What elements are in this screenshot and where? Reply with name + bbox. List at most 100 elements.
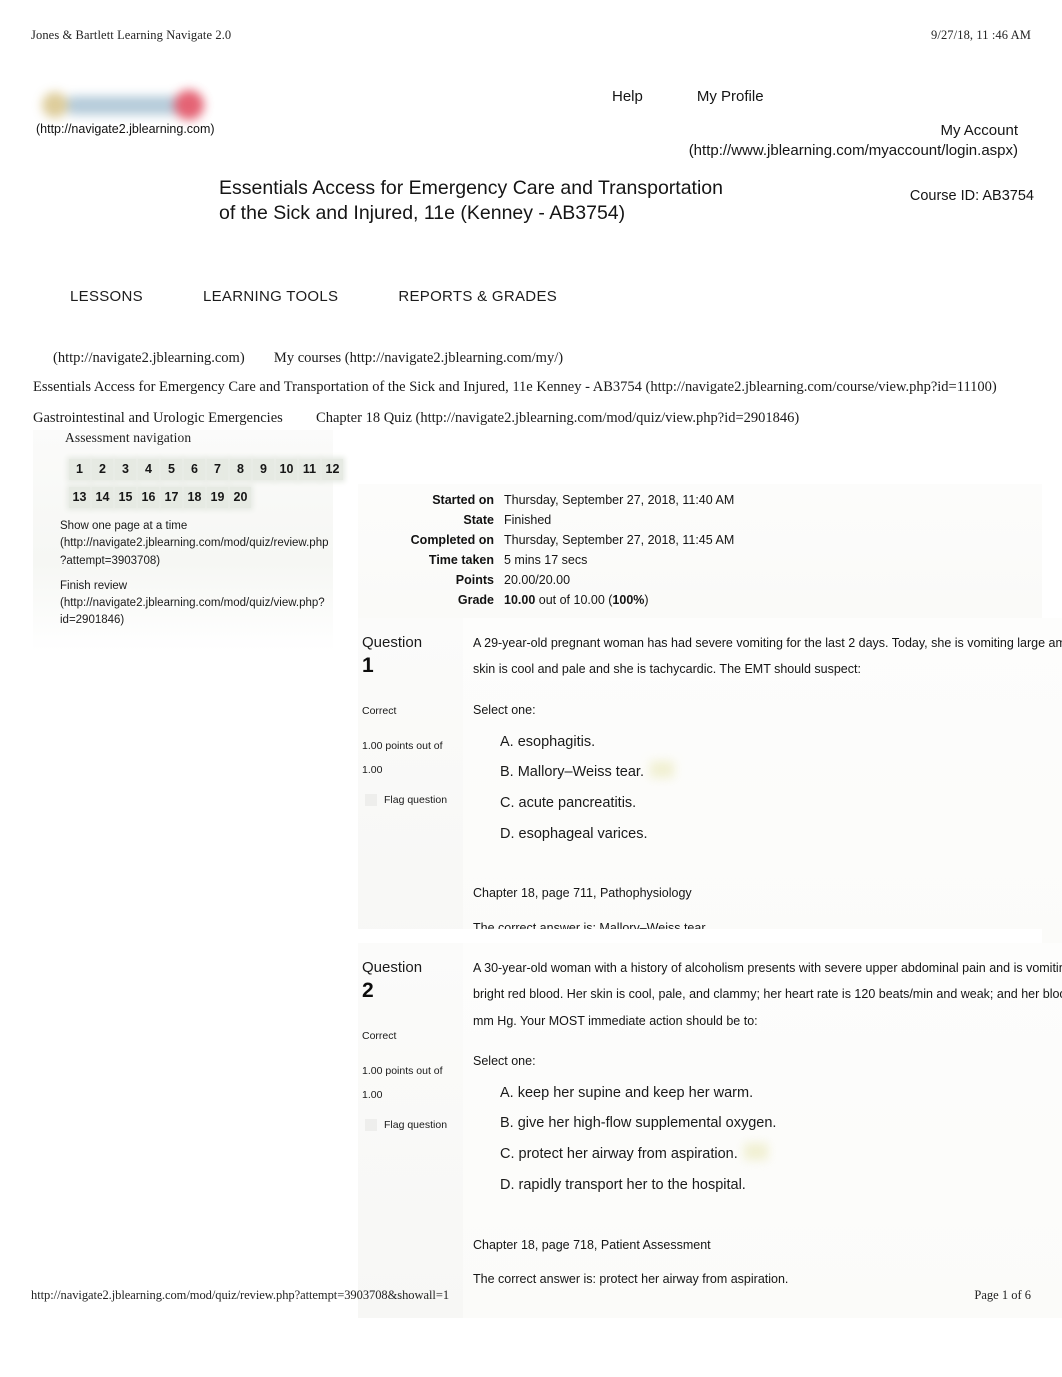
- print-footer-url: http://navigate2.jblearning.com/mod/quiz…: [31, 1288, 450, 1302]
- grade-outof: out of 10.00 (: [535, 593, 613, 607]
- question-link-13[interactable]: 13: [69, 486, 90, 508]
- help-link[interactable]: Help: [612, 88, 643, 105]
- navigate-logo-icon: [36, 86, 236, 128]
- question-link-16[interactable]: 16: [138, 486, 159, 508]
- summary-row-points: Points 20.00/20.00: [358, 570, 1042, 590]
- assessment-navigation-panel: Assessment navigation 1 2 3 4 5 6 7 8 9 …: [33, 430, 343, 652]
- question-points-line1: 1.00 points out of: [362, 739, 443, 752]
- answer-row: A. esophagitis.: [500, 727, 1062, 758]
- summary-value-grade: 10.00 out of 10.00 (100%): [504, 590, 649, 610]
- summary-label: Points: [455, 573, 494, 587]
- my-profile-link[interactable]: My Profile: [697, 88, 764, 105]
- question-link-11[interactable]: 11: [299, 458, 320, 480]
- my-account-label[interactable]: My Account: [689, 121, 1018, 141]
- summary-row-time-taken: Time taken 5 mins 17 secs: [358, 550, 1042, 570]
- breadcrumb: (http://navigate2.jblearning.com) My cou…: [33, 348, 1033, 429]
- answer-row: A. keep her supine and keep her warm.: [500, 1078, 1062, 1109]
- question-link-3[interactable]: 3: [115, 458, 136, 480]
- course-title-line2: of the Sick and Injured, 11e (Kenney - A…: [219, 201, 626, 224]
- question-link-2[interactable]: 2: [92, 458, 113, 480]
- breadcrumb-activity[interactable]: Chapter 18 Quiz (http://navigate2.jblear…: [316, 410, 799, 426]
- question-points-line2: 1.00: [362, 764, 383, 777]
- feedback-correct-answer: The correct answer is: protect her airwa…: [473, 1272, 789, 1287]
- breadcrumb-section[interactable]: Gastrointestinal and Urologic Emergencie…: [33, 410, 283, 426]
- flag-icon: [365, 1119, 377, 1132]
- question-points-line1: 1.00 points out of: [362, 1064, 443, 1077]
- answer-option-c[interactable]: C. acute pancreatitis.: [500, 790, 636, 818]
- assessment-navigation-links: Show one page at a time (http://navigate…: [33, 514, 333, 652]
- answer-option-c[interactable]: C. protect her airway from aspiration.: [500, 1141, 738, 1169]
- question-block: Question 2 Correct 1.00 points out of 1.…: [358, 943, 1062, 1318]
- print-header-timestamp: 9/27/18, 11 :46 AM: [931, 28, 1031, 42]
- finish-review-link[interactable]: Finish review (http://navigate2.jblearni…: [60, 578, 333, 630]
- tab-reports-grades[interactable]: REPORTS & GRADES: [398, 288, 557, 305]
- answer-option-b[interactable]: B. give her high-flow supplemental oxyge…: [500, 1110, 776, 1138]
- feedback-reference: Chapter 18, page 718, Patient Assessment: [473, 1237, 711, 1252]
- question-stem-line3: mm Hg. Your MOST immediate action should…: [473, 1013, 758, 1028]
- grade-percent: 100%: [612, 593, 645, 607]
- question-info-column: Question 1 Correct 1.00 points out of 1.…: [358, 618, 463, 963]
- breadcrumb-course[interactable]: Essentials Access for Emergency Care and…: [33, 379, 997, 395]
- breadcrumb-home[interactable]: (http://navigate2.jblearning.com): [53, 350, 245, 366]
- assessment-navigation-title: Assessment navigation: [65, 430, 192, 445]
- question-link-10[interactable]: 10: [276, 458, 297, 480]
- print-header-title: Jones & Bartlett Learning Navigate 2.0: [31, 28, 232, 42]
- answer-option-d[interactable]: D. rapidly transport her to the hospital…: [500, 1172, 746, 1200]
- summary-row-started-on: Started on Thursday, September 27, 2018,…: [358, 490, 1042, 510]
- select-one-label: Select one:: [473, 702, 536, 717]
- question-points: 1.00 points out of 1.00: [362, 1059, 459, 1107]
- question-link-8[interactable]: 8: [230, 458, 251, 480]
- show-one-page-link[interactable]: Show one page at a time (http://navigate…: [60, 518, 333, 570]
- question-link-12[interactable]: 12: [322, 458, 343, 480]
- answer-option-a[interactable]: A. esophagitis.: [500, 729, 595, 757]
- question-stem-line2: skin is cool and pale and she is tachyca…: [473, 662, 861, 677]
- question-link-17[interactable]: 17: [161, 486, 182, 508]
- question-link-19[interactable]: 19: [207, 486, 228, 508]
- question-points: 1.00 points out of 1.00: [362, 734, 459, 782]
- answer-row: C. protect her airway from aspiration.: [500, 1139, 1062, 1170]
- print-header: Jones & Bartlett Learning Navigate 2.0 9…: [31, 28, 1031, 43]
- question-number: 2: [362, 978, 374, 1002]
- tab-learning-tools[interactable]: LEARNING TOOLS: [203, 288, 338, 305]
- question-link-14[interactable]: 14: [92, 486, 113, 508]
- my-account-url: (http://www.jblearning.com/myaccount/log…: [688, 141, 1018, 159]
- summary-label: Started on: [432, 493, 494, 507]
- print-footer: http://navigate2.jblearning.com/mod/quiz…: [31, 1288, 1031, 1303]
- answer-option-a[interactable]: A. keep her supine and keep her warm.: [500, 1080, 753, 1108]
- question-link-20[interactable]: 20: [230, 486, 251, 508]
- summary-value: Finished: [504, 513, 552, 527]
- question-link-6[interactable]: 6: [184, 458, 205, 480]
- question-link-4[interactable]: 4: [138, 458, 159, 480]
- answer-options: A. esophagitis. B. Mallory–Weiss tear. C…: [473, 727, 1062, 850]
- flag-question-button[interactable]: Flag question: [362, 1119, 459, 1132]
- answer-option-b[interactable]: B. Mallory–Weiss tear.: [500, 759, 644, 787]
- question-points-line2: 1.00: [362, 1089, 383, 1102]
- question-link-7[interactable]: 7: [207, 458, 228, 480]
- logo-wordmark-bar: [68, 96, 188, 115]
- question-block: Question 1 Correct 1.00 points out of 1.…: [358, 618, 1062, 963]
- print-footer-page: Page 1 of 6: [974, 1288, 1031, 1302]
- question-link-15[interactable]: 15: [115, 486, 136, 508]
- breadcrumb-my-courses[interactable]: My courses (http://navigate2.jblearning.…: [274, 350, 563, 366]
- logo-gold-dot: [42, 92, 68, 118]
- site-logo[interactable]: (http://navigate2.jblearning.com): [36, 86, 286, 136]
- question-number-row-2: 13 14 15 16 17 18 19 20: [69, 486, 333, 508]
- my-account-block[interactable]: My Account (http://www.jblearning.com/my…: [689, 121, 1018, 161]
- question-feedback: Chapter 18, page 718, Patient Assessment…: [473, 1239, 1062, 1286]
- flag-question-button[interactable]: Flag question: [362, 794, 459, 807]
- flag-icon: [365, 794, 377, 807]
- question-stem-line2: bright red blood. Her skin is cool, pale…: [473, 987, 1062, 1002]
- question-link-9[interactable]: 9: [253, 458, 274, 480]
- question-link-18[interactable]: 18: [184, 486, 205, 508]
- main-navigation: LESSONS LEARNING TOOLS REPORTS & GRADES: [70, 288, 557, 305]
- course-title-line1: Essentials Access for Emergency Care and…: [219, 177, 723, 199]
- question-link-1[interactable]: 1: [69, 458, 90, 480]
- tab-lessons[interactable]: LESSONS: [70, 288, 143, 305]
- summary-label: Time taken: [428, 553, 494, 567]
- question-info-column: Question 2 Correct 1.00 points out of 1.…: [358, 943, 463, 1318]
- question-stem-line1: A 29-year-old pregnant woman has had sev…: [473, 636, 1062, 650]
- answer-option-d[interactable]: D. esophageal varices.: [500, 821, 648, 849]
- question-link-5[interactable]: 5: [161, 458, 182, 480]
- summary-label: Completed on: [410, 533, 494, 547]
- question-body: A 30-year-old woman with a history of al…: [463, 943, 1062, 1318]
